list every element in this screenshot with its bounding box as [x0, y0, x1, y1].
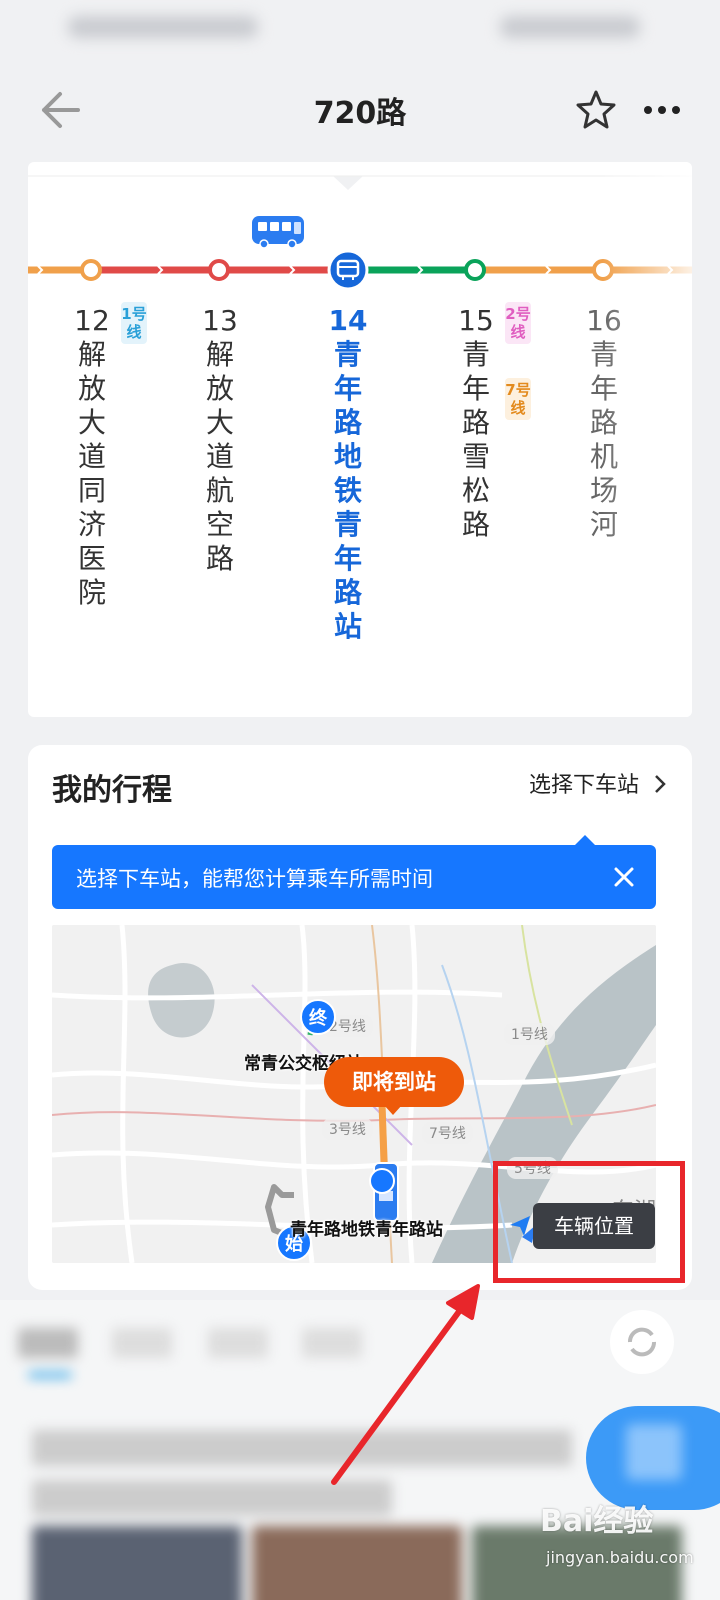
stacked-char: 2	[505, 305, 516, 323]
stop-number: 12	[74, 304, 110, 337]
select-stop-label: 选择下车站	[528, 773, 639, 798]
stop-name: 解放大道航空路	[200, 338, 240, 576]
current-station-label: 青年路地铁青年路站	[290, 1220, 443, 1240]
stacked-char: 路	[205, 542, 234, 575]
stacked-char: 道	[77, 440, 106, 473]
tip-text: 选择下车站，能帮您计算乘车所需时间	[76, 867, 433, 891]
tip-pointer	[575, 835, 595, 845]
bubble-tail	[384, 1105, 402, 1115]
stop-marker	[208, 259, 230, 281]
stacked-char: 同	[77, 474, 106, 507]
stacked-char: 空	[205, 508, 234, 541]
stacked-char: 7	[505, 381, 516, 399]
stacked-char: 1	[121, 305, 132, 323]
stacked-char: 年	[333, 372, 362, 405]
stacked-char: 解	[205, 338, 234, 371]
favorite-button[interactable]	[570, 84, 622, 136]
stacked-char: 号	[515, 305, 531, 323]
status-bar	[0, 0, 720, 56]
stacked-char: 道	[205, 440, 234, 473]
stop-item[interactable]: 13 解放大道航空路	[200, 304, 240, 576]
section-title: 我的行程	[52, 773, 172, 808]
watermark-logo-text: Bai经验	[540, 1504, 654, 1539]
more-dots-icon	[644, 106, 680, 114]
stacked-char: 院	[77, 576, 106, 609]
close-tip-button[interactable]	[608, 861, 640, 893]
route-stops-card: 12 解放大道同济医院 13 解放大道航空路 14 青年路地铁青年路站 15 青…	[28, 162, 692, 717]
stacked-char: 线	[510, 323, 526, 341]
stop-name: 青年路地铁青年路站	[328, 338, 368, 644]
stop-item-current[interactable]: 14 青年路地铁青年路站	[328, 304, 368, 644]
current-stop-marker	[327, 249, 369, 291]
watermark-url: jingyan.baidu.com	[546, 1548, 694, 1567]
stop-number: 14	[328, 304, 368, 337]
stop-name: 解放大道同济医院	[72, 338, 112, 610]
stacked-char: 路	[333, 406, 362, 439]
stacked-char: 线	[510, 399, 526, 417]
highlight-box	[493, 1161, 685, 1283]
chevron-right-icon	[655, 775, 666, 793]
metro-line-tag: 7号线	[505, 378, 531, 420]
route-line-diagram	[28, 175, 692, 291]
metro-line-tag: 2号线	[505, 302, 531, 344]
metro-line-label: 3号线	[322, 1118, 373, 1140]
stacked-char: 松	[461, 474, 490, 507]
more-button[interactable]	[636, 84, 688, 136]
stop-name: 青年路雪松路	[456, 338, 496, 542]
metro-line-label: 7号线	[422, 1122, 473, 1144]
end-station-pin: 终	[300, 999, 336, 1035]
arriving-text: 即将到站	[352, 1070, 436, 1094]
stacked-char: 青	[461, 338, 490, 371]
stacked-char: 年	[461, 372, 490, 405]
floating-action-button[interactable]	[586, 1406, 720, 1510]
stacked-char: 地	[333, 440, 362, 473]
stacked-char: 雪	[461, 440, 490, 473]
stacked-char: 年	[333, 542, 362, 575]
stop-item[interactable]: 15 青年路雪松路	[456, 304, 496, 542]
stacked-char: 路	[461, 508, 490, 541]
stacked-char: 解	[77, 338, 106, 371]
stacked-char: 青	[333, 338, 362, 371]
stop-marker	[80, 259, 102, 281]
tip-banner: 选择下车站，能帮您计算乘车所需时间	[52, 835, 656, 909]
stacked-char: 青	[333, 508, 362, 541]
stacked-char: 站	[333, 610, 362, 643]
refresh-icon	[627, 1327, 657, 1357]
stacked-char: 大	[77, 406, 106, 439]
stacked-char: 放	[205, 372, 234, 405]
stacked-char: 航	[205, 474, 234, 507]
stop-marker	[464, 259, 486, 281]
stacked-char: 铁	[333, 474, 362, 507]
stacked-char: 线	[126, 323, 142, 341]
star-icon	[576, 90, 616, 129]
metro-line-label: 1号线	[504, 1023, 555, 1045]
refresh-button[interactable]	[610, 1310, 674, 1374]
bus-icon	[252, 216, 304, 249]
arriving-bubble: 即将到站	[324, 1057, 464, 1115]
stop-item[interactable]: 12 解放大道同济医院	[72, 304, 112, 610]
close-icon	[614, 867, 634, 887]
stop-number: 13	[202, 304, 238, 337]
stacked-char: 放	[77, 372, 106, 405]
top-bar: 720路	[0, 60, 720, 156]
stacked-char: 大	[205, 406, 234, 439]
stacked-char: 医	[77, 542, 106, 575]
scroll-fade	[602, 162, 692, 717]
stacked-char: 济	[77, 508, 106, 541]
select-stop-link[interactable]: 选择下车站	[529, 767, 668, 799]
stop-number: 15	[458, 304, 494, 337]
stacked-char: 号	[131, 305, 147, 323]
baidu-watermark: Bai经验 jingyan.baidu.com	[540, 1496, 716, 1596]
stacked-char: 路	[461, 406, 490, 439]
metro-line-tag: 1号线	[121, 302, 147, 344]
stacked-char: 路	[333, 576, 362, 609]
stacked-char: 号	[515, 381, 531, 399]
